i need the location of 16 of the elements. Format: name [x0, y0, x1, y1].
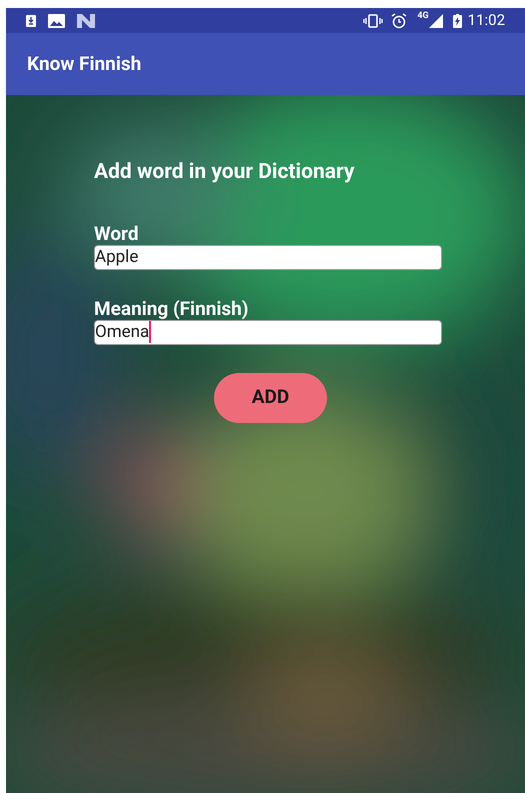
text-input[interactable]: Omena: [94, 320, 442, 344]
network-type-label: 4G: [417, 10, 429, 23]
image-icon: [48, 14, 65, 28]
signal-icon: [428, 14, 443, 28]
add-button[interactable]: ADD: [214, 372, 327, 422]
vibrate-icon: [363, 14, 384, 28]
n-logo-icon: [77, 14, 95, 28]
field-label: Word: [94, 222, 140, 244]
text-input[interactable]: Apple: [94, 244, 442, 270]
battery-icon: [452, 14, 462, 28]
app-title: Know Finnish: [27, 50, 142, 77]
download-icon: [26, 14, 36, 26]
alarm-clock-icon: [391, 12, 408, 28]
clock-time: 11:02: [468, 10, 505, 32]
form-heading: Add word in your Dictionary: [94, 159, 356, 186]
field-label: Meaning (Finnish): [94, 298, 250, 320]
